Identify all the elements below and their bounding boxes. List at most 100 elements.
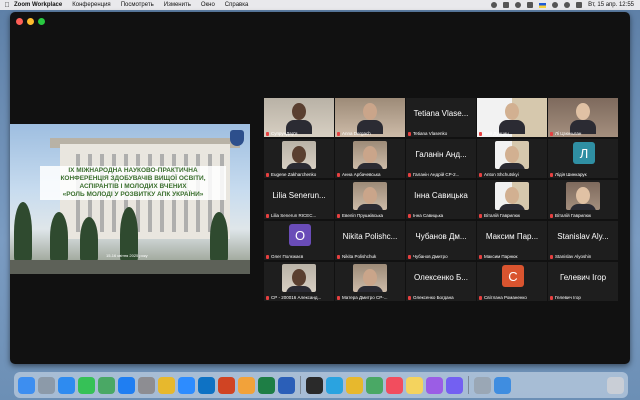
safari-icon[interactable] — [58, 376, 75, 394]
mic-muted-icon — [479, 213, 482, 218]
participant-tile[interactable]: Л Лідія Шинкарук — [548, 139, 618, 178]
participant-tile[interactable]: Матера Дмитро СР-... — [335, 262, 405, 301]
mic-muted-icon — [550, 131, 553, 136]
podcasts-icon[interactable] — [426, 376, 443, 394]
participant-tile[interactable]: Eugene Zakharchenko — [264, 139, 334, 178]
menu-item-window[interactable]: Окно — [201, 2, 215, 8]
minimize-icon[interactable] — [27, 18, 34, 25]
keyboard-layout-icon[interactable] — [539, 2, 547, 8]
notes-icon[interactable] — [406, 376, 423, 394]
participant-name: Lilia Senerun RICEC... — [271, 213, 317, 218]
maps-icon[interactable] — [98, 376, 115, 394]
word-icon[interactable] — [278, 376, 295, 394]
participant-tile[interactable]: С Світлана Романенко — [477, 262, 547, 301]
participant-name: Чубанов Дмитро — [413, 254, 448, 259]
participant-name-label: Eugene Zakharchenko — [266, 172, 332, 177]
mic-muted-icon — [550, 254, 553, 259]
control-center-icon[interactable] — [576, 2, 583, 8]
menu-item-edit[interactable]: Изменить — [164, 2, 191, 8]
participant-tile[interactable]: О Олег Полєжаєв — [264, 221, 334, 260]
participant-tile[interactable]: Гелевич Ігор Гелевич Ігор — [548, 262, 618, 301]
participant-tile[interactable]: Галанін Анд... Галанін Андрій СР-2... — [406, 139, 476, 178]
participant-tile[interactable]: Анна Арбачевська — [335, 139, 405, 178]
participant-tile[interactable]: Tetiana Vlase... Tetiana Vlasenko — [406, 98, 476, 137]
participant-name-label: Лідія Шинкарук — [550, 172, 616, 177]
participant-gallery: СупрунДар'я Anna Dergach Tetiana Vlase... T… — [264, 98, 620, 301]
apple-icon[interactable]:  — [0, 2, 14, 9]
fullscreen-icon[interactable] — [38, 18, 45, 25]
photos-icon[interactable] — [238, 376, 255, 394]
participant-tile[interactable]: Віталій Гаврилюк — [548, 180, 618, 219]
participant-name-label: Матера Дмитро СР-... — [337, 295, 403, 300]
participant-tile[interactable]: СР - 200016 Александ... — [264, 262, 334, 301]
menubar-clock[interactable]: Вт, 15 апр. 12:55 — [588, 2, 634, 8]
viber-icon[interactable] — [446, 376, 463, 394]
participant-tile[interactable]: Олексенко Б... Олексенко Богдана — [406, 262, 476, 301]
maps2-icon[interactable] — [366, 376, 383, 394]
preview-icon[interactable] — [474, 376, 491, 394]
participant-name-label: Віталій Гаврилюк — [479, 213, 545, 218]
zoom-tray-icon[interactable] — [491, 2, 498, 8]
menu-item-conference[interactable]: Конференция — [72, 2, 110, 8]
record-icon[interactable] — [515, 2, 522, 8]
participant-display-name: Stanislav Aly... — [557, 232, 609, 241]
telegram-icon[interactable] — [326, 376, 343, 394]
participant-body — [357, 163, 383, 169]
mic-muted-icon — [266, 172, 269, 177]
battery-icon[interactable] — [527, 2, 534, 8]
menu-item-view[interactable]: Посмотреть — [121, 2, 154, 8]
participant-face — [363, 187, 377, 204]
chrome-icon[interactable] — [158, 376, 175, 394]
menu-item-help[interactable]: Справка — [225, 2, 249, 8]
launchpad-icon[interactable] — [38, 376, 55, 394]
terminal-icon[interactable] — [306, 376, 323, 394]
excel-icon[interactable] — [258, 376, 275, 394]
participant-tile[interactable]: Чубанов Дм... Чубанов Дмитро — [406, 221, 476, 260]
participant-name: Anna Dergach — [342, 131, 371, 136]
tree — [80, 217, 98, 262]
participant-name-label: Світлана Романенко — [479, 295, 545, 300]
conference-title-line: «РОЛЬ МОЛОДІ У РОЗВИТКУ АПК УКРАЇНИ» — [62, 191, 204, 198]
participant-tile[interactable]: Бай Дунцин — [477, 98, 547, 137]
participant-tile[interactable]: Stanislav Aly... Stanislav Alyoshin — [548, 221, 618, 260]
chrome2-icon[interactable] — [346, 376, 363, 394]
finder-icon[interactable] — [18, 376, 35, 394]
screen-share-icon[interactable] — [503, 2, 510, 8]
outlook-icon[interactable] — [198, 376, 215, 394]
participant-name: Інна Савицька — [413, 213, 444, 218]
participant-body — [499, 163, 525, 169]
participant-tile[interactable]: Nikita Polishc... Nikita Polishchuk — [335, 221, 405, 260]
zoom-icon[interactable] — [178, 376, 195, 394]
settings-icon[interactable] — [138, 376, 155, 394]
participant-name-label: Stanislav Alyoshin — [550, 254, 616, 259]
powerpoint-icon[interactable] — [218, 376, 235, 394]
participant-name-label: Lilia Senerun RICEC... — [266, 213, 332, 218]
appstore-icon[interactable] — [118, 376, 135, 394]
music-icon[interactable] — [386, 376, 403, 394]
participant-name: СупрунДар'я — [271, 131, 298, 136]
participant-tile[interactable]: Евеліп Прушківська — [335, 180, 405, 219]
participant-tile[interactable]: Anna Dergach — [335, 98, 405, 137]
facetime-icon[interactable] — [78, 376, 95, 394]
trash-icon[interactable] — [607, 376, 624, 394]
search-icon[interactable] — [564, 2, 571, 8]
participant-name-label: Віталій Гаврилюк — [550, 213, 616, 218]
mic-muted-icon — [337, 213, 340, 218]
wifi-icon[interactable] — [552, 2, 559, 8]
mic-muted-icon — [408, 254, 411, 259]
participant-tile[interactable]: Lilia Senerun... Lilia Senerun RICEC... — [264, 180, 334, 219]
participant-tile[interactable]: Максим Пар... Максим Парнюк — [477, 221, 547, 260]
participant-face — [505, 146, 519, 163]
menu-app-name[interactable]: Zoom Workplace — [14, 2, 62, 8]
participant-name-label: Anton Shchutskyi — [479, 172, 545, 177]
participant-name: Матера Дмитро СР-... — [342, 295, 388, 300]
participant-tile[interactable]: Інна Савицька Інна Савицька — [406, 180, 476, 219]
mail-icon[interactable] — [494, 376, 511, 394]
participant-tile[interactable]: СупрунДар'я — [264, 98, 334, 137]
participant-tile[interactable]: Віталій Гаврилюк — [477, 180, 547, 219]
participant-video — [353, 264, 387, 292]
participant-name: Eugene Zakharchenko — [271, 172, 317, 177]
participant-tile[interactable]: Anton Shchutskyi — [477, 139, 547, 178]
close-icon[interactable] — [16, 18, 23, 25]
participant-tile[interactable]: Лі Цзюньлан — [548, 98, 618, 137]
